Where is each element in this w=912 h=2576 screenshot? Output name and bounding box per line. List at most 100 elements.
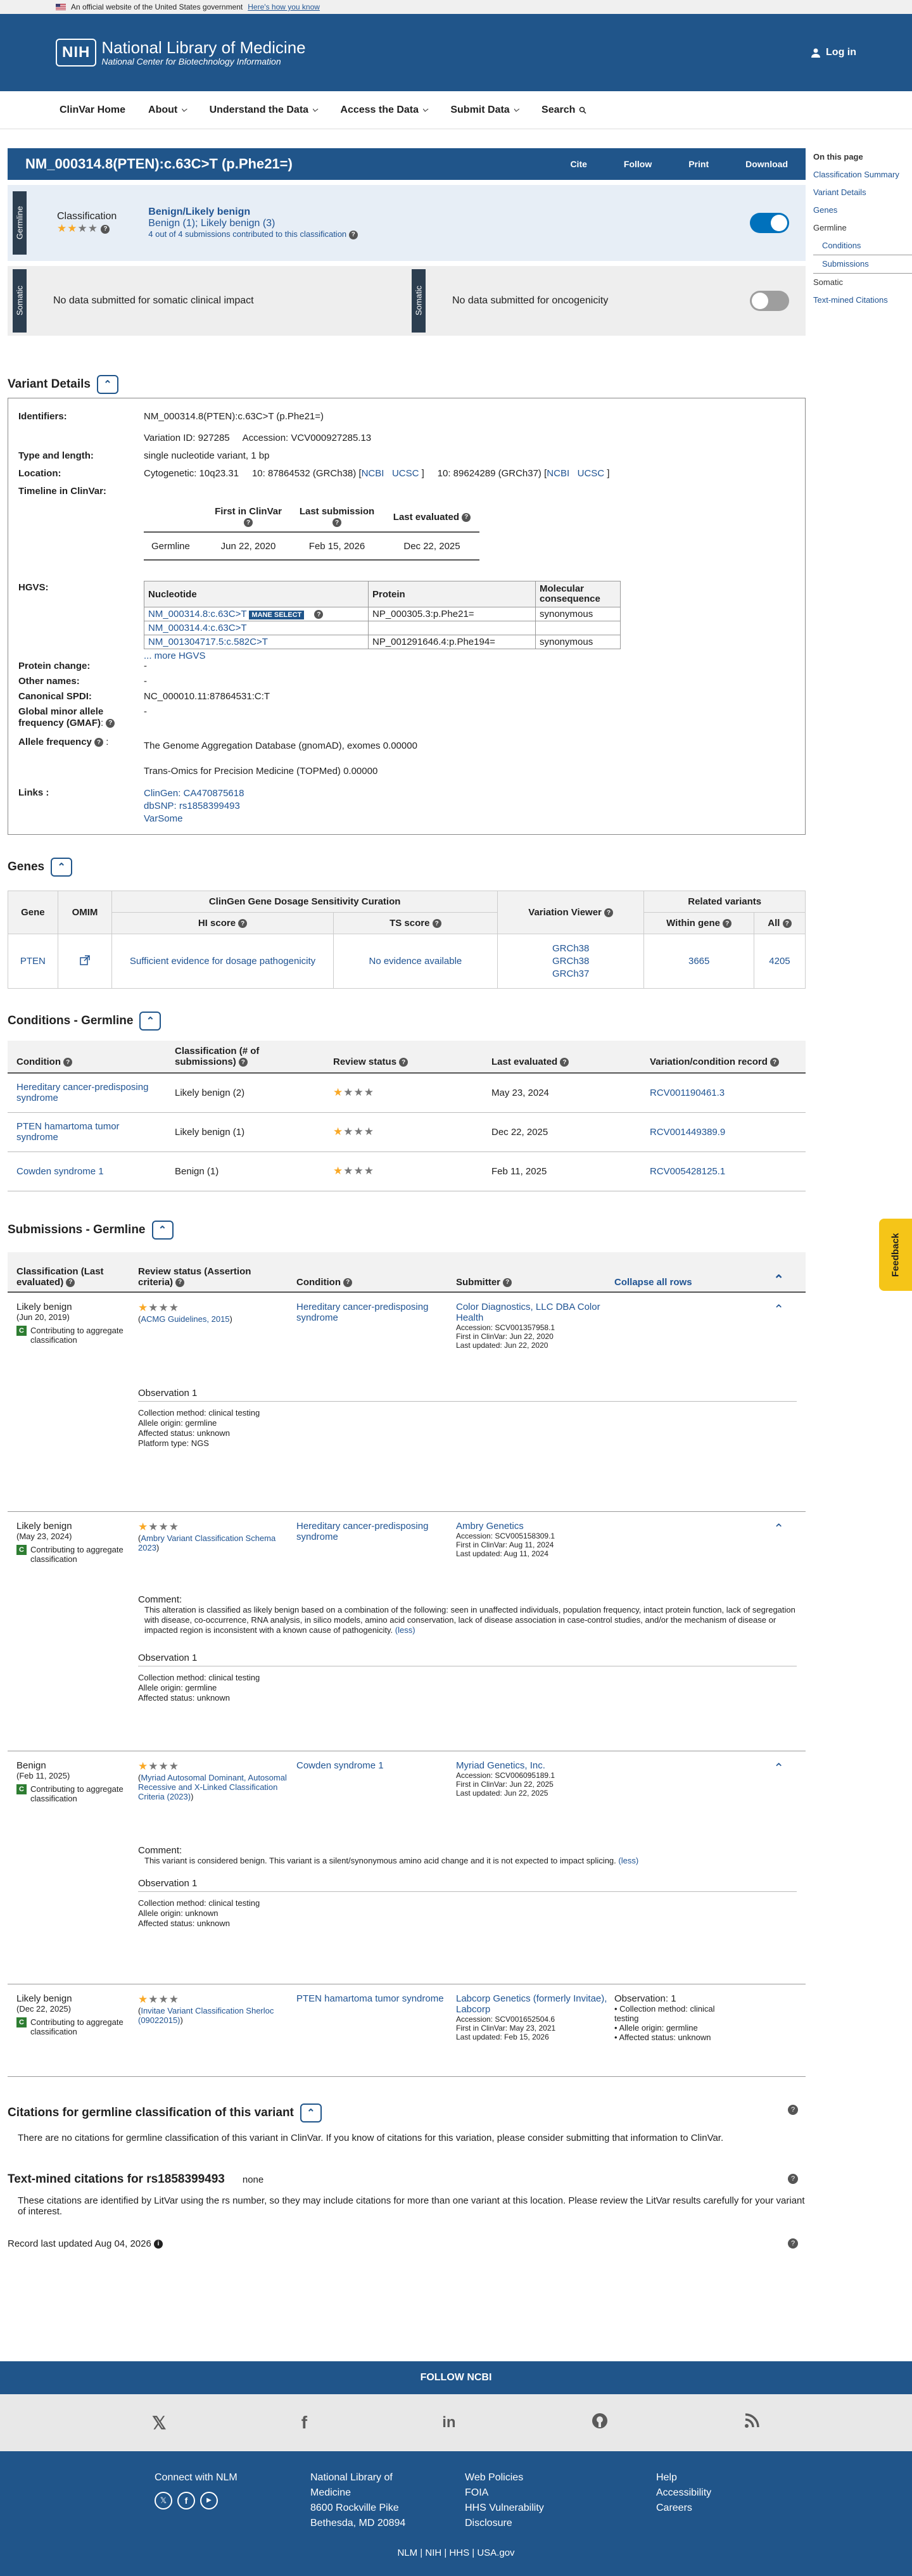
rcv-link[interactable]: RCV005428125.1 [641, 1152, 806, 1191]
hi-score-link[interactable]: Sufficient evidence for dosage pathogeni… [111, 934, 334, 989]
help-icon[interactable]: ? [770, 1058, 780, 1067]
viewer-link-grch37[interactable]: GRCh37 [503, 968, 638, 980]
sidebar-item-classification[interactable]: Classification Summary [813, 166, 912, 184]
print-button[interactable]: Print [688, 159, 709, 169]
omim-external-link-icon[interactable] [57, 934, 113, 989]
help-icon[interactable]: ? [782, 919, 792, 929]
submitter-link[interactable]: Color Diagnostics, LLC DBA Color Health [456, 1302, 608, 1323]
help-icon[interactable]: ? [238, 1058, 248, 1067]
help-icon[interactable]: ? [723, 919, 732, 929]
nav-access[interactable]: Access the Data ⌵ [340, 105, 428, 116]
help-icon[interactable]: ? [348, 230, 358, 239]
viewer-link-grch38[interactable]: GRCh38 [503, 942, 638, 955]
help-icon[interactable]: ? [106, 719, 115, 728]
help-icon[interactable]: ? [503, 1278, 512, 1287]
chevron-up-icon[interactable]: ⌃ [773, 1760, 784, 1776]
footer-bottom-links[interactable]: NLM | NIH | HHS | USA.gov [0, 2547, 912, 2558]
ucsc-link[interactable]: UCSC [578, 468, 605, 479]
cite-button[interactable]: Cite [570, 159, 586, 169]
condition-link[interactable]: Hereditary cancer-predisposing syndrome [8, 1073, 166, 1113]
sidebar-item-conditions[interactable]: Conditions [813, 237, 912, 255]
nav-submit[interactable]: Submit Data ⌵ [450, 105, 519, 116]
collapse-button[interactable]: ⌃ [51, 858, 73, 877]
gene-link[interactable]: PTEN [8, 934, 58, 989]
ts-score-link[interactable]: No evidence available [332, 934, 498, 989]
help-icon[interactable]: ? [343, 1278, 353, 1287]
help-icon[interactable]: ? [604, 908, 614, 918]
nlm-logo[interactable]: NIH National Library of Medicine Nationa… [56, 39, 306, 67]
help-icon[interactable]: ? [462, 512, 471, 522]
aggregate-classification[interactable]: Benign/Likely benign [148, 206, 358, 218]
footer-link[interactable]: HHS Vulnerability [465, 2501, 544, 2516]
submission-condition-link[interactable]: Hereditary cancer-predisposing syndrome [296, 1521, 448, 1542]
assertion-criteria-link[interactable]: ACMG Guidelines, 2015 [141, 1314, 229, 1324]
x-icon[interactable]: 𝕏 [152, 2413, 167, 2433]
collapse-button[interactable]: ⌃ [96, 375, 118, 394]
footer-nlm-line[interactable]: National Library of [310, 2470, 405, 2485]
hgvs-nucleotide-link[interactable]: NM_001304717.5:c.582C>T [148, 637, 268, 647]
help-icon[interactable]: ? [66, 1278, 75, 1287]
chevron-up-icon[interactable]: ⌃ [773, 1272, 784, 1288]
hgvs-nucleotide-link[interactable]: NM_000314.4:c.63C>T [148, 623, 247, 633]
download-button[interactable]: Download [745, 159, 788, 169]
help-icon[interactable]: ? [560, 1058, 569, 1067]
ncbi-link[interactable]: NCBI [547, 468, 569, 479]
submission-condition-link[interactable]: Hereditary cancer-predisposing syndrome [296, 1302, 448, 1323]
feedback-button[interactable]: Feedback [879, 1219, 912, 1291]
collapse-button[interactable]: ⌃ [139, 1012, 162, 1031]
sidebar-item-textmined[interactable]: Text-mined Citations [813, 291, 912, 309]
sidebar-item-submissions[interactable]: Submissions [813, 255, 912, 274]
germline-toggle[interactable] [750, 213, 789, 233]
clingen-link[interactable]: ClinGen: CA470875618 [144, 787, 244, 800]
classification-breakdown[interactable]: Benign (1); Likely benign (3) [148, 218, 358, 229]
assertion-criteria-link[interactable]: Invitae Variant Classification Sherloc (… [138, 2006, 274, 2025]
collapse-all-rows-button[interactable]: Collapse all rows [614, 1277, 692, 1288]
sidebar-item-variant-details[interactable]: Variant Details [813, 184, 912, 201]
help-icon[interactable]: ? [332, 518, 341, 528]
github-icon[interactable] [591, 2412, 609, 2434]
help-icon[interactable]: ? [314, 610, 324, 619]
submitter-link[interactable]: Myriad Genetics, Inc. [456, 1760, 608, 1771]
rcv-link[interactable]: RCV001190461.3 [641, 1073, 806, 1113]
follow-button[interactable]: Follow [624, 159, 652, 169]
help-icon[interactable]: ? [788, 2238, 798, 2249]
submission-condition-link[interactable]: Cowden syndrome 1 [296, 1760, 448, 1771]
assertion-criteria-link[interactable]: Ambry Variant Classification Schema 2023 [138, 1533, 276, 1552]
heres-how-link[interactable]: Here's how you know [248, 3, 320, 11]
rss-icon[interactable] [744, 2413, 760, 2433]
nav-about[interactable]: About ⌵ [148, 105, 187, 116]
collapse-button[interactable]: ⌃ [300, 2103, 322, 2122]
less-link[interactable]: (less) [618, 1856, 638, 1865]
sidebar-item-genes[interactable]: Genes [813, 201, 912, 219]
less-link[interactable]: (less) [395, 1625, 415, 1635]
login-button[interactable]: Log in [811, 47, 856, 58]
help-icon[interactable]: ? [63, 1058, 73, 1067]
help-icon[interactable]: ? [399, 1058, 408, 1067]
footer-nlm-line[interactable]: Medicine [310, 2485, 405, 2501]
footer-link[interactable]: Disclosure [465, 2516, 544, 2531]
nav-clinvar-home[interactable]: ClinVar Home [60, 105, 125, 116]
assertion-criteria-link[interactable]: Myriad Autosomal Dominant, Autosomal Rec… [138, 1773, 287, 1801]
footer-link[interactable]: Help [656, 2470, 711, 2485]
submitter-link[interactable]: Ambry Genetics [456, 1521, 608, 1532]
footer-link[interactable]: FOIA [465, 2485, 544, 2501]
viewer-link-grch38[interactable]: GRCh38 [503, 955, 638, 968]
hgvs-nucleotide-link[interactable]: NM_000314.8:c.63C>T [148, 609, 246, 619]
chevron-up-icon[interactable]: ⌃ [773, 1521, 784, 1537]
submission-count-note[interactable]: 4 out of 4 submissions contributed to th… [148, 229, 346, 239]
nav-understand[interactable]: Understand the Data ⌵ [210, 105, 318, 116]
facebook-icon[interactable]: f [301, 2413, 307, 2433]
more-hgvs-link[interactable]: ... more HGVS [144, 650, 621, 661]
submission-condition-link[interactable]: PTEN hamartoma tumor syndrome [296, 1993, 448, 2004]
collapse-button[interactable]: ⌃ [151, 1220, 174, 1240]
help-icon[interactable]: ? [432, 919, 441, 929]
footer-link[interactable]: Accessibility [656, 2485, 711, 2501]
info-icon[interactable]: i [154, 2239, 163, 2249]
condition-link[interactable]: PTEN hamartoma tumor syndrome [8, 1112, 166, 1152]
chevron-up-icon[interactable]: ⌃ [773, 1302, 784, 1317]
all-variants-count[interactable]: 4205 [753, 934, 806, 989]
help-icon[interactable]: ? [175, 1278, 185, 1287]
varsome-link[interactable]: VarSome [144, 813, 244, 825]
within-gene-count[interactable]: 3665 [643, 934, 754, 989]
help-icon[interactable]: ? [94, 738, 104, 747]
